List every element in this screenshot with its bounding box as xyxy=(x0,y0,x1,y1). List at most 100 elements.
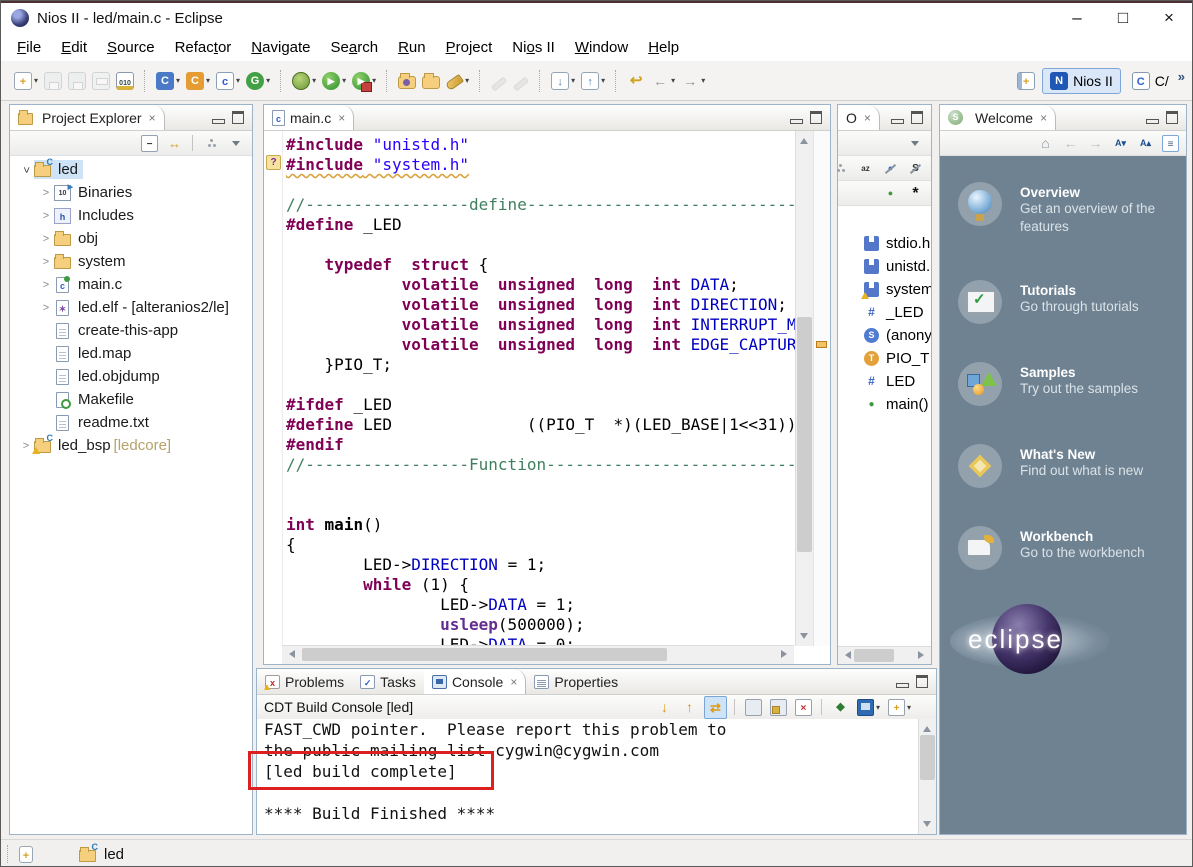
scrollbar-thumb[interactable] xyxy=(854,649,894,662)
warning-marker-icon[interactable] xyxy=(816,341,827,348)
tree-item-create-this-app[interactable]: create-this-app xyxy=(10,319,252,342)
import-folder-button[interactable] xyxy=(396,71,418,91)
editor-vertical-scrollbar[interactable] xyxy=(795,131,813,646)
perspective-nios-button[interactable]: Nios II xyxy=(1042,68,1121,94)
external-tools-button[interactable]: ▾ xyxy=(350,70,378,92)
welcome-link-tutorials[interactable]: TutorialsGo through tutorials xyxy=(958,280,1170,324)
new-c-project-button[interactable]: ▾ xyxy=(154,70,182,92)
close-icon[interactable]: × xyxy=(338,111,345,125)
back-button[interactable]: ▾ xyxy=(649,70,677,92)
welcome-link-workbench[interactable]: WorkbenchGo to the workbench xyxy=(958,526,1170,570)
scrollbar-thumb[interactable] xyxy=(302,648,667,661)
binary-010-button[interactable] xyxy=(114,70,136,92)
font-smaller-button[interactable] xyxy=(1110,133,1131,154)
hide-macros-button[interactable] xyxy=(905,183,926,204)
maximize-view-icon[interactable] xyxy=(916,675,928,688)
tab-main-c[interactable]: main.c × xyxy=(264,105,354,130)
tab-project-explorer[interactable]: Project Explorer × xyxy=(10,105,165,130)
dropdown-arrow-icon[interactable]: ▾ xyxy=(266,76,270,85)
outline-item-main[interactable]: main() xyxy=(838,393,931,416)
scroll-down-arrow[interactable] xyxy=(800,633,808,643)
outline-item-unistd-h[interactable]: unistd.h xyxy=(838,255,931,278)
new-nios-project-button[interactable]: ▾ xyxy=(184,70,212,92)
tree-item-led-objdump[interactable]: led.objdump xyxy=(10,365,252,388)
dropdown-arrow-icon[interactable]: ▾ xyxy=(601,76,605,85)
menu-edit[interactable]: Edit xyxy=(51,39,97,56)
minimize-view-icon[interactable] xyxy=(896,683,909,688)
close-icon[interactable]: × xyxy=(149,111,156,125)
scroll-down-arrow[interactable] xyxy=(923,821,931,831)
help-marker-icon[interactable]: ? xyxy=(266,155,281,170)
nav-forward-button[interactable] xyxy=(1085,133,1106,154)
dropdown-arrow-icon[interactable]: ▾ xyxy=(206,76,210,85)
chevron-collapsed-icon[interactable]: > xyxy=(38,233,54,245)
dropdown-arrow-icon[interactable]: ▾ xyxy=(465,76,469,85)
maximize-view-icon[interactable] xyxy=(810,111,822,124)
previous-error-button[interactable] xyxy=(679,697,700,718)
tree-item-includes[interactable]: >Includes xyxy=(10,204,252,227)
tree-item-makefile[interactable]: Makefile xyxy=(10,388,252,411)
hide-static-button[interactable] xyxy=(905,158,926,179)
scroll-up-arrow[interactable] xyxy=(923,722,931,732)
chevron-collapsed-icon[interactable]: > xyxy=(38,279,54,291)
welcome-link-overview[interactable]: OverviewGet an overview of the features xyxy=(958,182,1170,236)
show-stderr-button[interactable] xyxy=(768,697,789,718)
open-perspective-button[interactable] xyxy=(1015,70,1037,92)
outline-item-system-h[interactable]: system.h xyxy=(838,278,931,301)
tree-item-readme-txt[interactable]: readme.txt xyxy=(10,411,252,434)
pin-console-button[interactable] xyxy=(830,697,851,718)
scrollbar-thumb[interactable] xyxy=(920,735,935,780)
next-error-button[interactable] xyxy=(654,697,675,718)
display-console-button[interactable]: ▾ xyxy=(855,697,882,718)
code-area[interactable]: #include "unistd.h"#include "system.h" /… xyxy=(283,131,795,646)
collapse-all-button[interactable] xyxy=(139,133,160,154)
focus-dots-button[interactable] xyxy=(201,133,222,154)
last-edit-location-button[interactable] xyxy=(625,70,647,92)
dropdown-arrow-icon[interactable]: ▾ xyxy=(671,76,675,85)
dropdown-arrow-icon[interactable]: ▾ xyxy=(876,703,880,712)
outline-horizontal-scrollbar[interactable] xyxy=(838,646,931,664)
minimize-view-icon[interactable] xyxy=(1146,119,1159,124)
clear-console-button[interactable] xyxy=(793,697,814,718)
search-flashlight-button[interactable]: ▾ xyxy=(444,72,471,89)
new-wizard-button[interactable]: ▾ xyxy=(12,70,40,92)
console-vertical-scrollbar[interactable] xyxy=(918,719,936,834)
tree-item-system[interactable]: >system xyxy=(10,250,252,273)
tab-problems[interactable]: Problems xyxy=(257,669,352,694)
tree-item-led-bsp[interactable]: >led_bsp [ledcore] xyxy=(10,434,252,457)
focus-dots-button[interactable] xyxy=(830,158,851,179)
home-button[interactable] xyxy=(1035,133,1056,154)
tree-item-obj[interactable]: >obj xyxy=(10,227,252,250)
maximize-view-icon[interactable] xyxy=(232,111,244,124)
tab-outline[interactable]: O × xyxy=(838,105,880,130)
dropdown-arrow-icon[interactable]: ▾ xyxy=(34,76,38,85)
close-icon[interactable]: × xyxy=(510,675,517,689)
tab-tasks[interactable]: Tasks xyxy=(352,669,424,694)
scroll-left-arrow[interactable] xyxy=(841,651,851,659)
outline-item-stdio-h[interactable]: stdio.h xyxy=(838,232,931,255)
close-icon[interactable]: × xyxy=(864,111,871,125)
maximize-button[interactable]: □ xyxy=(1100,3,1146,33)
open-folder-button[interactable] xyxy=(420,71,442,91)
hide-fields-button[interactable] xyxy=(880,158,901,179)
font-larger-button[interactable] xyxy=(1135,133,1156,154)
outline-item-pio-t[interactable]: PIO_T xyxy=(838,347,931,370)
menu-navigate[interactable]: Navigate xyxy=(241,39,320,56)
view-menu-button[interactable] xyxy=(226,133,247,154)
dropdown-arrow-icon[interactable]: ▾ xyxy=(907,703,911,712)
maximize-view-icon[interactable] xyxy=(911,111,923,124)
scroll-right-arrow[interactable] xyxy=(781,650,791,658)
dropdown-arrow-icon[interactable]: ▾ xyxy=(372,76,376,85)
tree-item-main-c[interactable]: >main.c xyxy=(10,273,252,296)
dropdown-arrow-icon[interactable]: ▾ xyxy=(571,76,575,85)
minimize-view-icon[interactable] xyxy=(891,119,904,124)
chevron-collapsed-icon[interactable]: > xyxy=(38,210,54,222)
chevron-collapsed-icon[interactable]: > xyxy=(38,187,54,199)
menu-source[interactable]: Source xyxy=(97,39,165,56)
menu-window[interactable]: Window xyxy=(565,39,638,56)
chevron-collapsed-icon[interactable]: > xyxy=(38,302,54,314)
dropdown-arrow-icon[interactable]: ▾ xyxy=(236,76,240,85)
close-icon[interactable]: × xyxy=(1040,111,1047,125)
debug-button[interactable]: ▾ xyxy=(290,70,318,92)
chevron-collapsed-icon[interactable]: > xyxy=(38,256,54,268)
